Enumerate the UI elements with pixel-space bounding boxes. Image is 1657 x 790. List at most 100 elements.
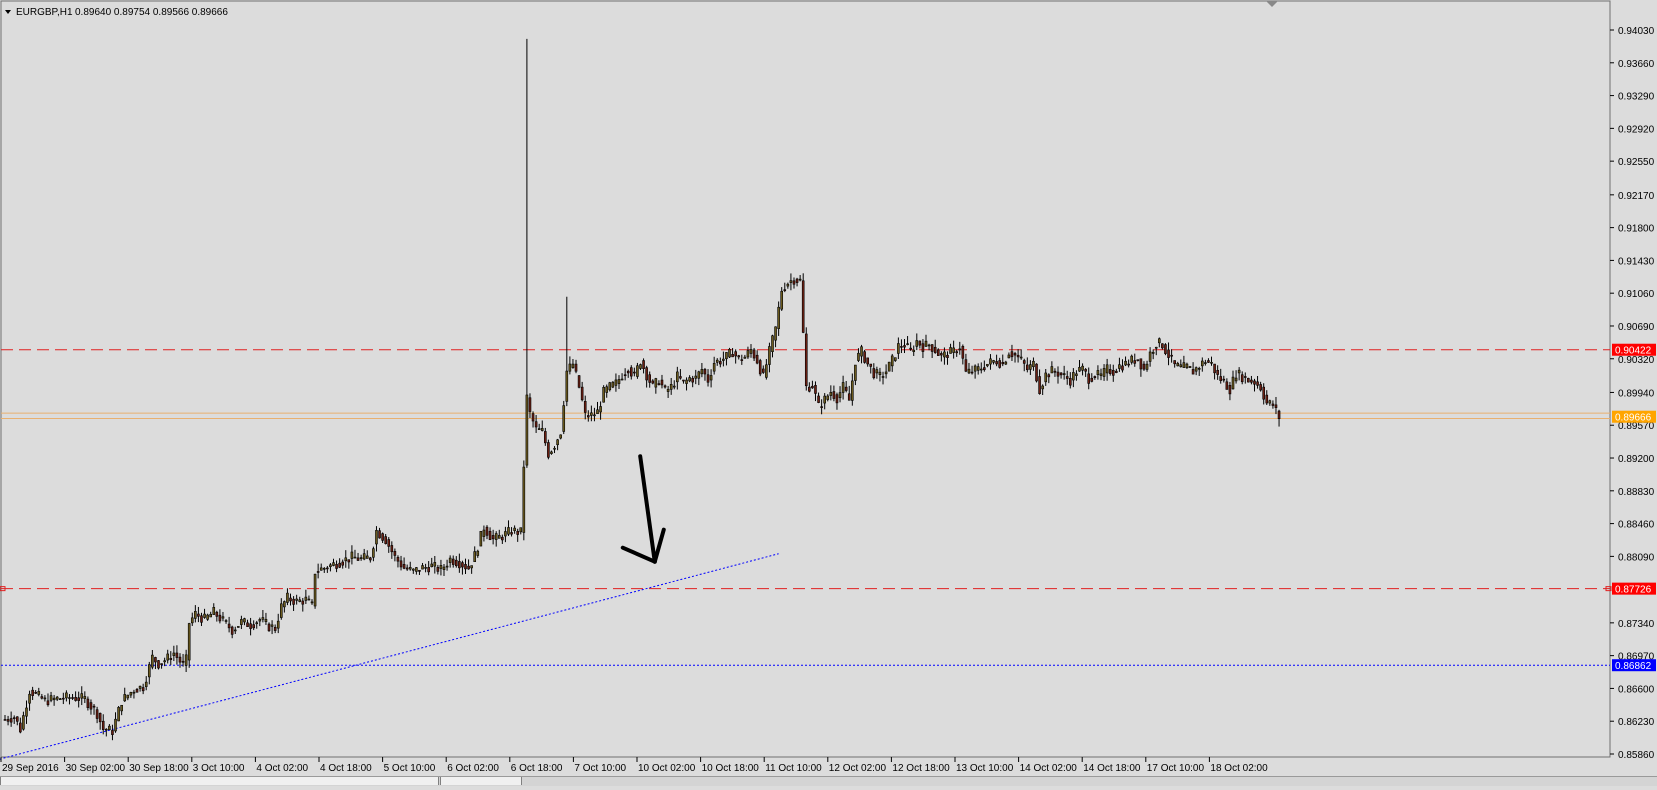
candle-body-bear	[326, 567, 329, 570]
candle-body-bear	[488, 530, 492, 541]
candle-body-bear	[393, 551, 397, 556]
candle-body-bull	[571, 363, 575, 368]
candle-body-bull	[329, 564, 332, 568]
candle-body-bull	[924, 340, 928, 347]
candle-body-bull	[522, 466, 526, 533]
candle-body-bull	[976, 366, 980, 371]
candle-body-bull	[55, 696, 59, 700]
candle-body-bear	[46, 700, 50, 706]
candle-body-bear	[1059, 372, 1063, 376]
candle-body-bull	[1201, 360, 1204, 367]
candle-body-bear	[961, 346, 965, 359]
candle	[562, 400, 566, 435]
tab-area-2[interactable]	[440, 777, 522, 785]
candle-body-bull	[25, 707, 28, 717]
candle-body-bear	[930, 344, 934, 352]
candle-body-bear	[381, 533, 384, 541]
x-tick-label: 12 Oct 18:00	[892, 763, 950, 774]
candle-body-bear	[792, 280, 796, 285]
candle	[728, 347, 731, 358]
candle-body-bull	[144, 681, 148, 687]
candle-body-bull	[620, 378, 624, 381]
y-tick-label: 0.93290	[1618, 92, 1655, 103]
candle-body-bull	[283, 601, 286, 608]
candle-body-bull	[774, 326, 777, 341]
candle-body-bull	[1158, 338, 1161, 344]
candle-body-bull	[270, 624, 274, 627]
candle-body-bull	[986, 363, 989, 367]
candle-body-bull	[1234, 377, 1238, 382]
candle-body-bear	[461, 562, 464, 568]
candle-body-bear	[1047, 374, 1051, 378]
chart-area[interactable]: 0.94030 0.93660 0.93290 0.92920 0.92550 0.921…	[0, 0, 1657, 786]
x-tick-label: 6 Oct 18:00	[511, 763, 563, 774]
candle-body-bear	[77, 697, 80, 701]
candle	[887, 361, 891, 372]
candle-body-bull	[906, 343, 909, 345]
candle-body-bear	[691, 377, 694, 383]
candle-body-bull	[746, 350, 750, 358]
price-label-text: 0.87726	[1615, 585, 1652, 596]
candle-body-bear	[642, 360, 645, 370]
candle-body-bull	[728, 348, 731, 358]
candle-body-bull	[1145, 363, 1149, 370]
candle-body-bull	[1194, 367, 1198, 372]
candle-body-bull	[221, 616, 225, 619]
price-chart[interactable]: 0.94030 0.93660 0.93290 0.92920 0.92550 0.921…	[0, 0, 1657, 785]
candle-body-bull	[519, 527, 523, 533]
candle-body-bull	[108, 725, 111, 731]
y-tick-label: 0.85860	[1618, 750, 1655, 761]
candle-body-bear	[1256, 381, 1259, 386]
candle-body-bear	[1115, 370, 1118, 373]
candle-body-bear	[12, 717, 16, 719]
candle-body-bear	[399, 560, 403, 568]
candle	[804, 327, 808, 391]
candle-body-bull	[276, 620, 280, 629]
y-tick-label: 0.93660	[1618, 59, 1655, 70]
candle-body-bull	[952, 347, 955, 353]
candle-body-bull	[43, 697, 47, 700]
x-tick-label: 30 Sep 18:00	[129, 763, 189, 774]
candle-body-bull	[897, 343, 900, 354]
candle-body-bear	[369, 557, 372, 561]
candle-body-bear	[574, 363, 578, 372]
candle-body-bull	[1032, 360, 1035, 368]
candle-body-bull	[120, 704, 123, 712]
candle-body-bear	[528, 397, 532, 412]
candle-body-bull	[838, 392, 842, 399]
candle-body-bull	[513, 527, 516, 531]
candle-body-bull	[1151, 351, 1155, 354]
candle-body-bear	[6, 719, 10, 722]
candle-body-bear	[1056, 371, 1060, 377]
candle-body-bull	[617, 379, 621, 384]
candle-body-bull	[473, 551, 477, 563]
candle-body-bull	[722, 358, 725, 361]
candle-body-bull	[943, 351, 946, 358]
candle-body-bear	[458, 561, 461, 569]
x-tick-label: 14 Oct 18:00	[1083, 763, 1141, 774]
candle-body-bear	[200, 615, 203, 623]
candle	[611, 381, 615, 389]
candle-body-bear	[384, 536, 387, 544]
candle-body-bear	[154, 657, 157, 663]
candle-body-bear	[660, 379, 664, 386]
candle-body-bear	[347, 559, 351, 563]
candle-body-bull	[857, 352, 860, 361]
candle-body-bear	[1277, 410, 1281, 419]
candle-body-bull	[476, 550, 480, 556]
candle-body-bear	[679, 376, 682, 379]
candle-body-bear	[356, 557, 360, 561]
candle-body-bear	[227, 623, 231, 629]
y-tick-label: 0.92920	[1618, 124, 1655, 135]
x-tick-label: 4 Oct 18:00	[320, 763, 372, 774]
candle-body-bear	[1259, 384, 1262, 391]
candle-body-bear	[531, 413, 535, 422]
candle-body-bear	[1191, 369, 1195, 375]
candle-body-bull	[893, 357, 897, 361]
candle-body-bear	[657, 383, 661, 385]
tab-area-1[interactable]	[0, 777, 439, 785]
candle-body-bear	[547, 442, 550, 458]
candle-body-bear	[936, 349, 940, 356]
y-tick-label: 0.88830	[1618, 487, 1655, 498]
y-tick-label: 0.89200	[1618, 454, 1655, 465]
